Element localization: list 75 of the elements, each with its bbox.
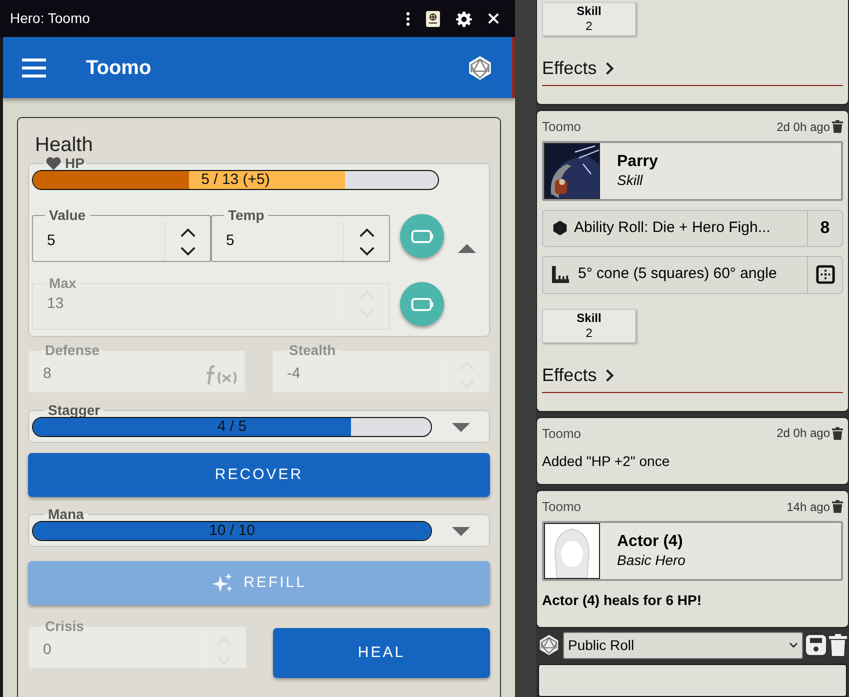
place-template-icon[interactable] bbox=[816, 265, 834, 284]
message-time: 14h ago bbox=[786, 498, 830, 516]
tag-label: Skill bbox=[576, 4, 602, 19]
effects-heading[interactable]: Effects bbox=[542, 362, 597, 388]
battery-icon bbox=[410, 230, 434, 242]
card-heading: Health bbox=[35, 133, 94, 158]
resource-label: Stagger bbox=[47, 403, 102, 417]
message-speaker: Toomo bbox=[542, 424, 582, 442]
die-icon bbox=[538, 634, 560, 656]
field-label: Stealth bbox=[288, 343, 337, 357]
field-value: 8 bbox=[42, 364, 52, 384]
expand-caret-icon[interactable] bbox=[452, 422, 470, 432]
chat-input[interactable] bbox=[538, 664, 847, 697]
chevron-right-icon[interactable] bbox=[604, 368, 614, 382]
battery-icon bbox=[410, 298, 434, 310]
number-field[interactable]: Temp 5 bbox=[211, 208, 390, 262]
card-subtitle: Basic Hero bbox=[617, 551, 686, 569]
collapse-caret-icon[interactable] bbox=[458, 244, 476, 253]
ruler-icon bbox=[552, 266, 569, 283]
save-icon[interactable] bbox=[806, 635, 826, 655]
journal-icon[interactable] bbox=[426, 10, 440, 26]
field-value: 13 bbox=[46, 294, 65, 314]
trash-icon[interactable] bbox=[832, 120, 843, 134]
item-card[interactable]: Actor (4) Basic Hero bbox=[542, 520, 843, 580]
trash-icon[interactable] bbox=[832, 500, 843, 514]
more-options-icon[interactable] bbox=[406, 12, 410, 26]
close-icon[interactable] bbox=[488, 13, 499, 24]
tag-value: 2 bbox=[586, 326, 592, 340]
window-title: Hero: Toomo bbox=[10, 9, 91, 28]
field-label: Crisis bbox=[44, 619, 85, 633]
action-button[interactable]: HEAL bbox=[273, 628, 490, 678]
effects-heading[interactable]: Effects bbox=[542, 55, 597, 82]
roll-formula: Ability Roll: Die + Hero Figh... bbox=[574, 218, 772, 238]
menu-icon[interactable] bbox=[22, 58, 46, 78]
resource-label: Mana bbox=[47, 507, 85, 521]
action-button[interactable]: RECOVER bbox=[28, 453, 490, 497]
trash-icon[interactable] bbox=[832, 426, 843, 440]
die-icon bbox=[552, 220, 568, 236]
expand-caret-icon[interactable] bbox=[452, 526, 470, 536]
hooded-figure-icon bbox=[544, 522, 600, 578]
message-text: Added "HP +2" once bbox=[542, 452, 671, 471]
heart-icon bbox=[46, 156, 61, 170]
field-value: 5 bbox=[46, 231, 56, 252]
field-label: Value bbox=[48, 208, 87, 222]
field-label: Max bbox=[48, 276, 78, 290]
field-label: Temp bbox=[227, 208, 266, 222]
number-field[interactable]: Value 5 bbox=[32, 208, 211, 262]
message-text: Actor (4) heals for 6 HP! bbox=[542, 590, 702, 610]
card-title: Actor (4) bbox=[617, 532, 684, 551]
field-label: Defense bbox=[44, 343, 100, 357]
roll-mode-select[interactable]: Public Roll bbox=[563, 632, 803, 658]
field-value: 0 bbox=[42, 640, 52, 660]
message-speaker: Toomo bbox=[542, 498, 582, 516]
tag-label: Skill bbox=[576, 310, 602, 326]
roll-total: 8 bbox=[807, 210, 842, 246]
roll-row[interactable]: Ability Roll: Die + Hero Figh... 8 bbox=[542, 210, 843, 246]
template-row[interactable]: 5° cone (5 squares) 60° angle bbox=[542, 256, 843, 294]
template-text: 5° cone (5 squares) 60° angle bbox=[578, 264, 778, 284]
message-time: 2d 0h ago bbox=[776, 425, 830, 442]
field-value: 5 bbox=[225, 231, 236, 252]
chevron-right-icon[interactable] bbox=[604, 61, 614, 76]
trash-icon[interactable] bbox=[829, 634, 847, 656]
settings-icon[interactable] bbox=[456, 10, 472, 26]
message-speaker: Toomo bbox=[542, 118, 582, 136]
sparkle-icon bbox=[212, 572, 234, 594]
card-title: Parry bbox=[617, 152, 658, 171]
field-value: -4 bbox=[286, 364, 302, 384]
message-time: 2d 0h ago bbox=[776, 118, 830, 136]
tag-value: 2 bbox=[586, 19, 592, 34]
item-card[interactable]: Parry Skill bbox=[542, 140, 843, 200]
resource-label: HP bbox=[65, 156, 84, 170]
app-bar-title: Toomo bbox=[86, 56, 152, 80]
resource-bar[interactable]: 5 / 13 (+5) bbox=[32, 170, 439, 190]
card-subtitle: Skill bbox=[617, 171, 644, 189]
die-icon bbox=[467, 54, 493, 80]
